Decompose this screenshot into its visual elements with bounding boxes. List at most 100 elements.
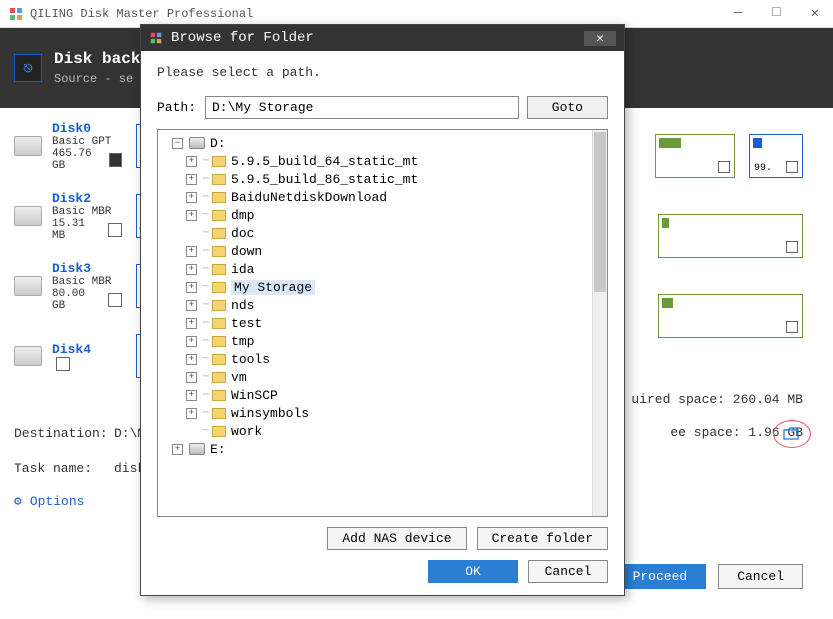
partition-box[interactable] (655, 134, 735, 178)
expand-icon[interactable] (186, 354, 197, 365)
add-nas-button[interactable]: Add NAS device (327, 527, 466, 550)
disk-backup-icon: ⎋ (14, 54, 42, 82)
expand-icon[interactable] (186, 336, 197, 347)
disk-checkbox[interactable] (109, 153, 122, 167)
tree-label: WinSCP (231, 388, 278, 403)
expand-icon[interactable] (172, 444, 183, 455)
tree-folder[interactable]: ⋯test (158, 314, 607, 332)
expand-icon[interactable] (186, 372, 197, 383)
tree-label: 5.9.5_build_86_static_mt (231, 172, 418, 187)
tree-folder[interactable]: ⋯My Storage (158, 278, 607, 296)
destination-label: Destination: (14, 426, 114, 441)
task-name-label: Task name: (14, 461, 114, 476)
tree-folder[interactable]: ⋯down (158, 242, 607, 260)
path-input[interactable] (205, 96, 519, 119)
tree-folder[interactable]: ⋯ida (158, 260, 607, 278)
tree-label: ida (231, 262, 254, 277)
app-logo-icon (8, 6, 24, 22)
expand-icon[interactable] (186, 426, 197, 437)
folder-icon (212, 354, 226, 365)
folder-icon (212, 282, 226, 293)
tree-folder[interactable]: ⋯winsymbols (158, 404, 607, 422)
tree-folder[interactable]: ⋯vm (158, 368, 607, 386)
tree-label: My Storage (231, 280, 315, 295)
page-title: Disk back (54, 50, 140, 68)
partition-box[interactable] (658, 294, 803, 338)
disk-name: Disk4 (52, 342, 122, 357)
ok-button[interactable]: OK (428, 560, 518, 583)
app-logo-icon (149, 31, 163, 45)
folder-icon (212, 318, 226, 329)
expand-icon[interactable] (186, 318, 197, 329)
tree-drive[interactable]: E: (158, 440, 607, 458)
expand-icon[interactable] (186, 174, 197, 185)
folder-icon (212, 228, 226, 239)
expand-icon[interactable] (186, 192, 197, 203)
disk-size: 465.76 GB (52, 148, 105, 172)
dialog-close-button[interactable]: ✕ (584, 31, 616, 46)
browse-destination-button[interactable] (773, 420, 811, 448)
expand-icon[interactable] (186, 282, 197, 293)
tree-label: down (231, 244, 262, 259)
dialog-titlebar: Browse for Folder ✕ (141, 25, 624, 51)
cancel-button[interactable]: Cancel (718, 564, 803, 589)
tree-folder[interactable]: ⋯work (158, 422, 607, 440)
folder-tree[interactable]: D:⋯5.9.5_build_64_static_mt⋯5.9.5_build_… (157, 129, 608, 517)
disk-name: Disk0 (52, 121, 122, 136)
expand-icon[interactable] (186, 390, 197, 401)
disk-info: Disk2 Basic MBR 15.31 MB (52, 191, 122, 242)
tree-label: winsymbols (231, 406, 309, 421)
expand-icon[interactable] (186, 300, 197, 311)
expand-icon[interactable] (186, 264, 197, 275)
expand-icon[interactable] (186, 228, 197, 239)
tree-folder[interactable]: ⋯tools (158, 350, 607, 368)
partition-box[interactable] (658, 214, 803, 258)
folder-icon (212, 210, 226, 221)
tree-label: 5.9.5_build_64_static_mt (231, 154, 418, 169)
tree-folder[interactable]: ⋯BaiduNetdiskDownload (158, 188, 607, 206)
goto-button[interactable]: Goto (527, 96, 608, 119)
disk-size: 15.31 MB (52, 218, 104, 242)
maximize-button[interactable]: □ (766, 5, 786, 22)
minimize-button[interactable]: — (728, 5, 748, 22)
page-subtitle: Source - se (54, 72, 140, 86)
expand-icon[interactable] (186, 210, 197, 221)
expand-icon[interactable] (186, 408, 197, 419)
tree-folder[interactable]: ⋯tmp (158, 332, 607, 350)
tree-folder[interactable]: ⋯5.9.5_build_64_static_mt (158, 152, 607, 170)
proceed-button[interactable]: Proceed (614, 564, 707, 589)
disk-type: Basic GPT (52, 136, 122, 148)
tree-folder[interactable]: ⋯doc (158, 224, 607, 242)
disk-icon (14, 136, 42, 156)
folder-icon (212, 408, 226, 419)
dialog-cancel-button[interactable]: Cancel (528, 560, 608, 583)
folder-icon (212, 426, 226, 437)
tree-label: doc (231, 226, 254, 241)
disk-checkbox[interactable] (108, 293, 122, 307)
folder-icon (212, 264, 226, 275)
expand-icon[interactable] (186, 246, 197, 257)
disk-checkbox[interactable] (56, 357, 70, 371)
path-label: Path: (157, 100, 197, 115)
tree-folder[interactable]: ⋯nds (158, 296, 607, 314)
drive-icon (189, 137, 205, 149)
tree-drive[interactable]: D: (158, 134, 607, 152)
disk-size: 80.00 GB (52, 288, 104, 312)
options-link[interactable]: Options (30, 494, 85, 509)
expand-icon[interactable] (186, 156, 197, 167)
tree-scrollbar[interactable] (592, 130, 607, 516)
close-button[interactable]: ✕ (805, 5, 825, 22)
tree-label: D: (210, 136, 226, 151)
tree-folder[interactable]: ⋯dmp (158, 206, 607, 224)
folder-browse-icon (783, 427, 801, 441)
tree-folder[interactable]: ⋯WinSCP (158, 386, 607, 404)
main-window-title: QILING Disk Master Professional (30, 7, 728, 21)
partition-box[interactable]: 99. (749, 134, 803, 178)
disk-checkbox[interactable] (108, 223, 122, 237)
disk-info: Disk0 Basic GPT 465.76 GB (52, 121, 122, 172)
dialog-title: Browse for Folder (171, 30, 584, 46)
create-folder-button[interactable]: Create folder (477, 527, 608, 550)
folder-icon (212, 300, 226, 311)
expand-icon[interactable] (172, 138, 183, 149)
tree-folder[interactable]: ⋯5.9.5_build_86_static_mt (158, 170, 607, 188)
